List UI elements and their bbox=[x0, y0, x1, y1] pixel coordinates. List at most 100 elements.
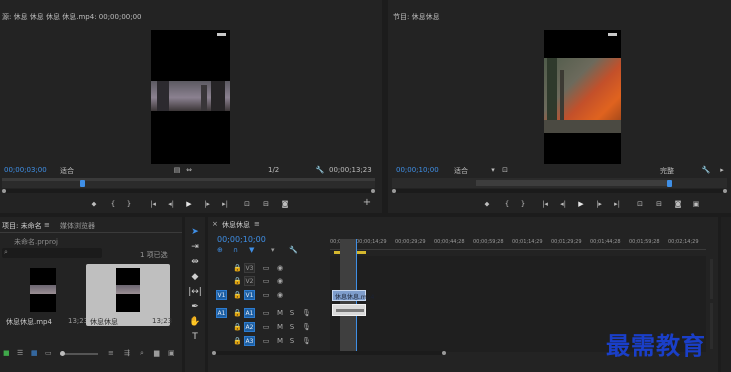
add-button-icon[interactable]: + bbox=[362, 198, 372, 208]
go-to-out-icon[interactable]: ▸| bbox=[220, 199, 230, 209]
track-target-toggle[interactable]: V1 bbox=[244, 290, 255, 300]
source-timecode[interactable]: 00;00;03;00 bbox=[4, 166, 47, 174]
program-play-icon[interactable]: ▶ bbox=[576, 199, 586, 209]
sync-lock-icon[interactable]: ▭ bbox=[262, 309, 270, 318]
source-patch-toggle[interactable]: A1 bbox=[216, 308, 227, 318]
program-extract-icon[interactable]: ⊟ bbox=[654, 199, 664, 209]
program-more-icon[interactable]: ▸ bbox=[717, 165, 727, 175]
source-playhead[interactable] bbox=[80, 180, 85, 187]
program-step-back-icon[interactable]: ◂| bbox=[558, 199, 568, 209]
eye-icon[interactable]: ◉ bbox=[276, 291, 284, 300]
new-item-icon[interactable]: ▣ bbox=[168, 349, 175, 357]
lock-icon[interactable]: 🔒 bbox=[233, 323, 242, 332]
mute-icon[interactable]: M bbox=[276, 309, 284, 318]
tab-menu-icon[interactable]: ≡ bbox=[44, 221, 50, 229]
program-resolution-dropdown[interactable]: 完整 bbox=[660, 166, 674, 176]
source-fit-dropdown[interactable]: 适合 bbox=[60, 166, 74, 176]
source-patch-toggle[interactable]: V1 bbox=[216, 290, 227, 300]
program-comparison-icon[interactable]: ▣ bbox=[691, 199, 701, 209]
marker-toggle-icon[interactable]: ▾ bbox=[271, 246, 275, 254]
track-select-tool-icon[interactable]: ⇥ bbox=[188, 240, 202, 254]
pen-tool-icon[interactable]: ✒ bbox=[188, 300, 202, 314]
wrench-icon[interactable]: 🔧 bbox=[315, 165, 325, 175]
marker-icon[interactable]: ⬥ bbox=[89, 199, 99, 209]
find-icon[interactable]: ⌕ bbox=[140, 349, 144, 358]
insert-icon[interactable]: ⊡ bbox=[242, 199, 252, 209]
timeline-wrench-icon[interactable]: 🔧 bbox=[289, 246, 298, 254]
program-timecode[interactable]: 00;00;10;00 bbox=[396, 166, 439, 174]
timeline-horizontal-scrollbar[interactable] bbox=[212, 351, 446, 355]
timeline-close-icon[interactable]: × bbox=[212, 220, 218, 228]
sync-lock-icon[interactable]: ▭ bbox=[262, 337, 270, 346]
slip-tool-icon[interactable]: |↔| bbox=[188, 285, 202, 299]
timeline-timecode[interactable]: 00;00;10;00 bbox=[217, 235, 266, 244]
timeline-title[interactable]: 休息休息 bbox=[222, 220, 250, 230]
program-monitor-title[interactable]: 节目: 休息休息 bbox=[393, 10, 513, 24]
timeline-ruler[interactable]: 00;00 00;00;14;29 00;00;29;29 00;00;44;2… bbox=[330, 235, 706, 255]
microphone-icon[interactable]: 🎙 bbox=[302, 309, 311, 318]
sync-lock-icon[interactable]: ▭ bbox=[262, 264, 270, 273]
zoom-slider[interactable] bbox=[60, 351, 98, 356]
in-point-icon[interactable]: { bbox=[108, 199, 118, 209]
timeline-menu-icon[interactable]: ≡ bbox=[254, 220, 260, 228]
track-target-toggle[interactable]: V2 bbox=[244, 276, 255, 286]
selection-tool-icon[interactable]: ➤ bbox=[188, 225, 202, 239]
track-target-toggle[interactable]: A3 bbox=[244, 336, 255, 346]
program-time-ruler[interactable] bbox=[392, 178, 727, 188]
tab-media-browser[interactable]: 媒体浏览器 bbox=[60, 221, 95, 231]
microphone-icon[interactable]: 🎙 bbox=[302, 337, 311, 346]
type-tool-icon[interactable]: T bbox=[188, 330, 202, 344]
overwrite-icon[interactable]: ⊟ bbox=[261, 199, 271, 209]
solo-icon[interactable]: S bbox=[288, 323, 296, 332]
source-time-ruler[interactable] bbox=[2, 178, 375, 188]
timeline-vertical-scrollbar-audio[interactable] bbox=[710, 303, 713, 349]
razor-tool-icon[interactable]: ◆ bbox=[188, 270, 202, 284]
program-go-to-in-icon[interactable]: |◂ bbox=[540, 199, 550, 209]
solo-icon[interactable]: S bbox=[288, 309, 296, 318]
lock-icon[interactable]: 🔒 bbox=[233, 309, 242, 318]
freeform-view-icon[interactable]: ▭ bbox=[45, 349, 52, 357]
play-icon[interactable]: ▶ bbox=[184, 199, 194, 209]
audio-clip[interactable] bbox=[332, 304, 366, 316]
source-page-fraction[interactable]: 1/2 bbox=[268, 166, 279, 174]
sync-lock-icon[interactable]: ▭ bbox=[262, 277, 270, 286]
microphone-icon[interactable]: 🎙 bbox=[302, 323, 311, 332]
add-marker-icon[interactable]: ▼ bbox=[249, 246, 254, 254]
source-settings-icon[interactable]: ▤ bbox=[172, 165, 182, 175]
step-forward-icon[interactable]: |▸ bbox=[202, 199, 212, 209]
snap-icon[interactable]: ⊕ bbox=[217, 246, 223, 254]
sync-lock-icon[interactable]: ▭ bbox=[262, 323, 270, 332]
timeline-vertical-scrollbar-video[interactable] bbox=[710, 259, 713, 299]
export-frame-icon[interactable]: ◙ bbox=[280, 199, 290, 209]
solo-icon[interactable]: S bbox=[288, 337, 296, 346]
program-wrench-icon[interactable]: 🔧 bbox=[701, 165, 711, 175]
eye-icon[interactable]: ◉ bbox=[276, 264, 284, 273]
sync-lock-icon[interactable]: ▭ bbox=[262, 291, 270, 300]
program-safe-margin-icon[interactable]: ⊡ bbox=[500, 165, 510, 175]
automate-icon[interactable]: ⇶ bbox=[124, 349, 130, 357]
program-out-point-icon[interactable]: } bbox=[518, 199, 528, 209]
program-zoom-bar[interactable] bbox=[392, 189, 727, 193]
hand-tool-icon[interactable]: ✋ bbox=[188, 315, 202, 329]
program-marker-icon[interactable]: ⬥ bbox=[482, 199, 492, 209]
lock-icon[interactable]: 🔒 bbox=[233, 291, 242, 300]
program-fit-dropdown[interactable]: 适合 bbox=[454, 166, 468, 176]
lock-icon[interactable]: 🔒 bbox=[233, 337, 242, 346]
program-playhead[interactable] bbox=[667, 180, 672, 187]
program-step-forward-icon[interactable]: |▸ bbox=[594, 199, 604, 209]
project-item-selected[interactable]: 休息休息 13;23 bbox=[86, 264, 172, 326]
lock-icon[interactable]: ■ bbox=[3, 349, 10, 357]
new-bin-icon[interactable]: ▆ bbox=[154, 349, 159, 357]
program-lift-icon[interactable]: ⊡ bbox=[635, 199, 645, 209]
source-drag-video-icon[interactable]: ⇔ bbox=[184, 165, 194, 175]
lock-icon[interactable]: 🔒 bbox=[233, 264, 242, 273]
source-zoom-bar[interactable] bbox=[2, 189, 375, 193]
tab-project[interactable]: 项目: 未命名 bbox=[2, 221, 42, 231]
track-target-toggle[interactable]: A2 bbox=[244, 322, 255, 332]
go-to-in-icon[interactable]: |◂ bbox=[148, 199, 158, 209]
project-item[interactable]: 休息休息.mp4 13;23 bbox=[2, 264, 88, 326]
program-go-to-out-icon[interactable]: ▸| bbox=[612, 199, 622, 209]
icon-view-icon[interactable]: ▦ bbox=[31, 349, 38, 357]
linked-selection-icon[interactable]: ∩ bbox=[233, 246, 238, 254]
video-clip[interactable]: 休息休息.mp4 bbox=[332, 290, 374, 301]
